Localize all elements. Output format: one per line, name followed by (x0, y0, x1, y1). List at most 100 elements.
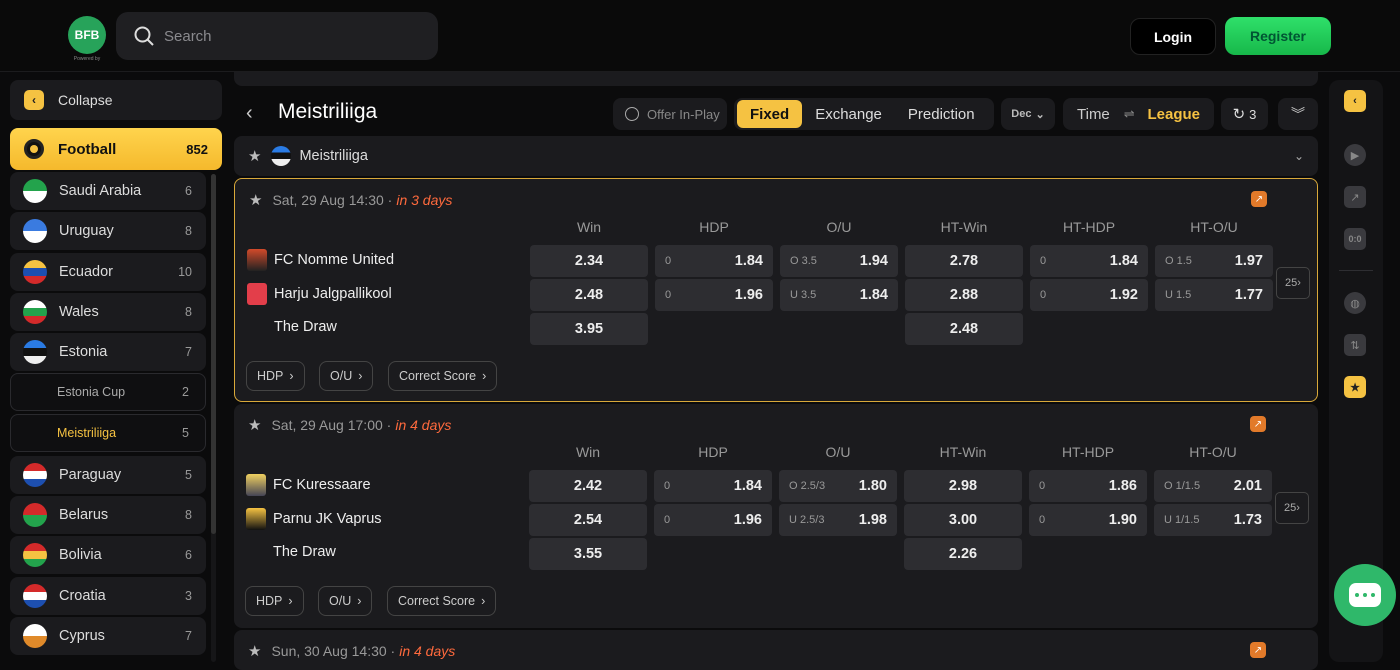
odds-cell[interactable]: 2.34 (530, 245, 648, 277)
odds-cell[interactable]: 2.48 (905, 313, 1023, 345)
sidebar-item-football[interactable]: Football 852 (10, 128, 222, 170)
tab-fixed[interactable]: Fixed (737, 100, 803, 128)
odds-cell[interactable]: O 3.5 1.94 (780, 245, 898, 277)
match-card[interactable]: ★ Sat, 29 Aug 17:00 · in 4 days ↗ Win HDP… (234, 404, 1318, 628)
star-icon[interactable]: ★ (1344, 376, 1366, 398)
odds-cell[interactable]: O 1/1.5 2.01 (1154, 470, 1272, 502)
chat-button[interactable] (1334, 564, 1396, 626)
page-title: Meistriliiga (278, 100, 378, 123)
register-button[interactable]: Register (1225, 17, 1331, 55)
odds-cell[interactable]: 2.88 (905, 279, 1023, 311)
odds-cell[interactable]: 3.95 (530, 313, 648, 345)
odds-format-select[interactable]: Dec ⌄ (1001, 98, 1055, 130)
team-crest-icon (246, 508, 266, 530)
odds-cell[interactable]: 2.42 (529, 470, 647, 502)
chevron-left-icon[interactable]: ‹ (1344, 90, 1366, 112)
match-date: ★ Sat, 29 Aug 17:00 · in 4 days (248, 416, 452, 434)
odds-cell[interactable]: 2.98 (904, 470, 1022, 502)
more-markets-button[interactable]: 25 › (1275, 492, 1309, 524)
odds-cell[interactable]: 3.00 (904, 504, 1022, 536)
tab-exchange[interactable]: Exchange (802, 100, 895, 128)
back-arrow-icon[interactable]: ‹ (246, 102, 253, 125)
odds-cell[interactable]: 0 1.84 (655, 245, 773, 277)
stats-icon[interactable]: ↗ (1344, 186, 1366, 208)
market-correct-score-button[interactable]: Correct Score › (388, 361, 498, 391)
sidebar-item-wales[interactable]: Wales 8 (10, 292, 206, 331)
market-hdp-button[interactable]: HDP › (246, 361, 305, 391)
page-header: ‹ Meistriliiga Offer In-Play Fixed Excha… (234, 96, 1318, 132)
star-icon[interactable]: ★ (248, 147, 261, 165)
match-card[interactable]: ★ Sat, 29 Aug 14:30 · in 3 days ↗ Win HDP… (234, 178, 1318, 402)
sidebar-subitem-meistriliiga[interactable]: Meistriliiga 5 (10, 413, 206, 452)
league-header[interactable]: ★ Meistriliiga ⌄ (234, 136, 1318, 176)
odds-cell[interactable]: 0 1.92 (1030, 279, 1148, 311)
sidebar-item-croatia[interactable]: Croatia 3 (10, 576, 206, 615)
tab-prediction[interactable]: Prediction (895, 100, 988, 128)
search-input[interactable] (164, 27, 414, 45)
flag-icon (23, 583, 47, 608)
star-icon[interactable]: ★ (249, 191, 262, 209)
odds-cell[interactable]: 2.54 (529, 504, 647, 536)
odds-cell[interactable]: O 1.5 1.97 (1155, 245, 1273, 277)
search-box[interactable] (116, 12, 438, 60)
stats-icon[interactable]: ↗ (1250, 642, 1266, 658)
odds-cell[interactable]: 2.78 (905, 245, 1023, 277)
stats-icon[interactable]: ↗ (1250, 416, 1266, 432)
scoreboard-icon[interactable]: 0:0 (1344, 228, 1366, 250)
chevron-down-icon: ⌄ (1035, 108, 1045, 121)
odds-cell[interactable]: 0 1.84 (654, 470, 772, 502)
collapse-button[interactable]: ‹ Collapse (10, 80, 222, 120)
odds-cell[interactable]: 0 1.84 (1030, 245, 1148, 277)
estonia-flag-icon (271, 146, 292, 166)
odds-cell[interactable]: 3.55 (529, 538, 647, 570)
odds-cell[interactable]: 2.26 (904, 538, 1022, 570)
odds-cell[interactable]: U 2.5/3 1.98 (779, 504, 897, 536)
market-ou-button[interactable]: O/U › (318, 586, 373, 616)
odds-cell[interactable]: 2.48 (530, 279, 648, 311)
sidebar-subitem-estonia-cup[interactable]: Estonia Cup 2 (10, 373, 206, 412)
odds-cell[interactable]: U 1/1.5 1.73 (1154, 504, 1272, 536)
play-icon[interactable]: ▶ (1344, 144, 1366, 166)
team-crest-icon (246, 474, 266, 496)
sidebar-scroll-thumb[interactable] (211, 174, 216, 534)
odds-cell[interactable]: 0 1.96 (655, 279, 773, 311)
sidebar-item-bolivia[interactable]: Bolivia 6 (10, 536, 206, 575)
star-icon[interactable]: ★ (248, 416, 261, 434)
expand-all-button[interactable]: ︾ (1278, 98, 1318, 130)
sidebar-item-estonia[interactable]: Estonia 7 (10, 333, 206, 372)
market-ou-button[interactable]: O/U › (319, 361, 374, 391)
odds-cell[interactable]: 0 1.90 (1029, 504, 1147, 536)
odds-cell[interactable]: U 3.5 1.84 (780, 279, 898, 311)
sidebar-item-uruguay[interactable]: Uruguay 8 (10, 212, 206, 251)
chevron-right-icon: › (288, 594, 293, 608)
sidebar-item-paraguay[interactable]: Paraguay 5 (10, 455, 206, 494)
sidebar-item-belarus[interactable]: Belarus 8 (10, 496, 206, 535)
sidebar: ‹ Collapse Football 852 Saudi Arabia 6 Ur… (0, 72, 226, 662)
brand-logo[interactable]: BFB Powered by (68, 16, 106, 62)
odds-cell[interactable]: O 2.5/3 1.80 (779, 470, 897, 502)
match-countdown: in 3 days (396, 192, 453, 208)
offer-in-play-toggle[interactable]: Offer In-Play (613, 98, 727, 130)
odds-cell[interactable]: U 1.5 1.77 (1155, 279, 1273, 311)
login-button[interactable]: Login (1130, 18, 1216, 55)
odds-cell[interactable]: 0 1.96 (654, 504, 772, 536)
sort-time[interactable]: Time (1077, 106, 1110, 123)
ball-icon[interactable]: ◍ (1344, 292, 1366, 314)
refresh-button[interactable]: ↻ 3 (1221, 98, 1268, 130)
chevron-down-icon[interactable]: ⌄ (1294, 149, 1304, 163)
odds-cell[interactable]: 0 1.86 (1029, 470, 1147, 502)
market-correct-score-button[interactable]: Correct Score › (387, 586, 497, 616)
away-team: Harju Jalgpallikool (247, 283, 392, 305)
sort-league[interactable]: League (1147, 106, 1200, 123)
market-hdp-button[interactable]: HDP › (245, 586, 304, 616)
swap-icon[interactable]: ⇅ (1344, 334, 1366, 356)
swap-icon: ⇌ (1123, 106, 1135, 121)
stats-icon[interactable]: ↗ (1251, 191, 1267, 207)
star-icon[interactable]: ★ (248, 642, 261, 660)
sidebar-item-cyprus[interactable]: Cyprus 7 (10, 616, 206, 655)
sidebar-item-ecuador[interactable]: Ecuador 10 (10, 252, 206, 291)
sort-toggle[interactable]: Time ⇌ League (1063, 98, 1214, 130)
sidebar-item-saudi-arabia[interactable]: Saudi Arabia 6 (10, 172, 206, 210)
match-card[interactable]: ★ Sun, 30 Aug 14:30 · in 4 days ↗ (234, 630, 1318, 670)
more-markets-button[interactable]: 25 › (1276, 267, 1310, 299)
